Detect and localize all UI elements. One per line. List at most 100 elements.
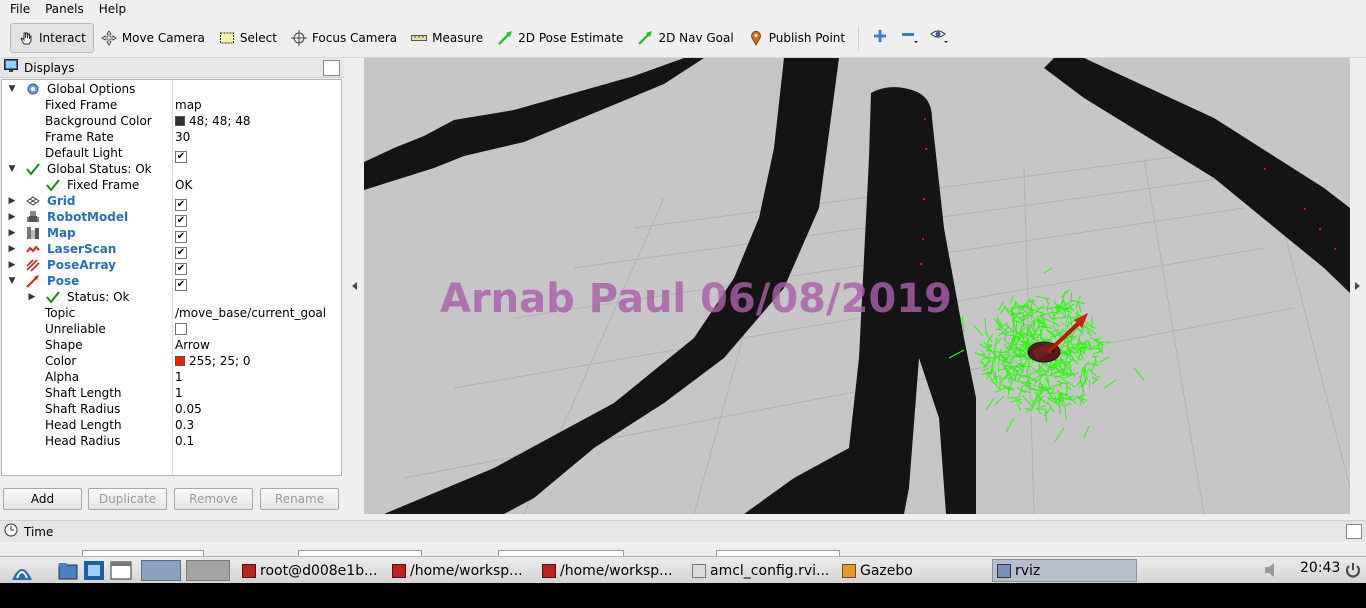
display-row-value[interactable]: 0.3	[175, 417, 194, 433]
interact-tool-button[interactable]: Interact	[10, 22, 94, 53]
checkbox-unchecked[interactable]	[175, 323, 187, 335]
select-tool-button[interactable]: Select	[212, 23, 284, 53]
render-3d-view[interactable]: Arnab Paul 06/08/2019	[364, 58, 1350, 514]
display-row-value[interactable]: OK	[175, 177, 192, 193]
workspace-2[interactable]	[186, 560, 230, 581]
expand-arrow-down-icon[interactable]: ▼	[6, 161, 18, 177]
power-button[interactable]	[1344, 560, 1364, 581]
menu-file[interactable]: File	[5, 2, 35, 16]
display-row[interactable]: ▼ Global Options	[2, 81, 341, 97]
expand-arrow-down-icon[interactable]: ▼	[6, 81, 18, 97]
focus-camera-tool-button[interactable]: Focus Camera	[284, 23, 404, 53]
expand-arrow-down-icon[interactable]: ▼	[6, 273, 18, 289]
display-row-value[interactable]: ✔	[175, 209, 187, 227]
display-row[interactable]: ▶ Status: Ok	[2, 289, 341, 305]
display-row-value[interactable]: 1	[175, 369, 183, 385]
time-undock-button[interactable]	[1346, 524, 1362, 539]
display-row-value[interactable]: ✔	[175, 145, 187, 163]
expand-arrow-right-icon[interactable]: ▶	[26, 289, 38, 305]
display-row[interactable]: Background Color 48; 48; 48	[2, 113, 341, 129]
workspace-1[interactable]	[141, 560, 181, 581]
display-row[interactable]: Color 255; 25; 0	[2, 353, 341, 369]
expand-arrow-right-icon[interactable]: ▶	[6, 225, 18, 241]
display-row[interactable]: Shaft Length 1	[2, 385, 341, 401]
display-row-value[interactable]: /move_base/current_goal	[175, 305, 326, 321]
add-tool-button[interactable]	[865, 23, 895, 53]
start-menu-button[interactable]	[10, 560, 32, 581]
taskbar-item-rviz[interactable]: rviz	[992, 559, 1137, 582]
network-launcher[interactable]	[83, 560, 105, 581]
display-row-value[interactable]: 30	[175, 129, 190, 145]
collapse-left-icon[interactable]	[352, 282, 357, 290]
display-row-value[interactable]: 255; 25; 0	[175, 353, 251, 369]
expand-arrow-right-icon[interactable]: ▶	[6, 209, 18, 225]
view-options-button[interactable]	[925, 23, 955, 53]
add-display-button[interactable]: Add	[3, 488, 82, 510]
display-row[interactable]: Unreliable	[2, 321, 341, 337]
move-camera-tool-button[interactable]: Move Camera	[94, 23, 212, 53]
display-row-value[interactable]: 0.05	[175, 401, 202, 417]
pose-estimate-tool-button[interactable]: 2D Pose Estimate	[490, 23, 630, 53]
display-row[interactable]: Shape Arrow	[2, 337, 341, 353]
menu-panels[interactable]: Panels	[40, 2, 89, 16]
display-row-value[interactable]: 0.1	[175, 433, 194, 449]
display-row-value[interactable]: ✔	[175, 225, 187, 243]
display-row-value[interactable]: ✔	[175, 273, 187, 291]
display-row[interactable]: ▶ Map ✔	[2, 225, 341, 243]
display-row[interactable]: ▶ PoseArray ✔	[2, 257, 341, 275]
display-row-value[interactable]: ✔	[175, 241, 187, 259]
pose-array-icon	[26, 258, 40, 272]
remove-tool-button[interactable]	[895, 23, 925, 53]
file-manager-launcher[interactable]	[57, 560, 79, 581]
menu-help[interactable]: Help	[94, 2, 131, 16]
particle-arrow	[977, 353, 986, 356]
particle-arrow	[1066, 321, 1070, 330]
display-row[interactable]: Shaft Radius 0.05	[2, 401, 341, 417]
remove-display-button[interactable]: Remove	[174, 488, 253, 510]
taskbar-item-terminal-2[interactable]: /home/worksp...	[392, 559, 532, 582]
volume-button[interactable]	[1262, 560, 1286, 581]
display-row[interactable]: Head Length 0.3	[2, 417, 341, 433]
duplicate-display-button[interactable]: Duplicate	[88, 488, 167, 510]
display-row[interactable]: ▶ RobotModel ✔	[2, 209, 341, 227]
taskbar-item-terminal[interactable]: root@d008e1b...	[242, 559, 382, 582]
display-row-value[interactable]: ✔	[175, 193, 187, 211]
expand-arrow-right-icon[interactable]: ▶	[6, 257, 18, 273]
display-row-value[interactable]: ✔	[175, 257, 187, 275]
taskbar-item-gazebo[interactable]: Gazebo	[842, 559, 982, 582]
display-row-value[interactable]: 1	[175, 385, 183, 401]
display-row[interactable]: ▶ LaserScan ✔	[2, 241, 341, 259]
undock-button[interactable]	[323, 60, 340, 76]
expand-arrow-right-icon[interactable]: ▶	[6, 193, 18, 209]
display-row[interactable]: Frame Rate 30	[2, 129, 341, 145]
display-row[interactable]: ▼ Global Status: Ok	[2, 161, 341, 177]
left-splitter[interactable]	[344, 58, 364, 514]
collapse-right-icon[interactable]	[1355, 282, 1360, 290]
nav-goal-tool-button[interactable]: 2D Nav Goal	[630, 23, 740, 53]
taskbar-item-terminal-3[interactable]: /home/worksp...	[542, 559, 682, 582]
particle-arrow	[1016, 402, 1021, 411]
publish-point-tool-button[interactable]: Publish Point	[741, 23, 852, 53]
display-row[interactable]: Alpha 1	[2, 369, 341, 385]
rename-display-button[interactable]: Rename	[260, 488, 339, 510]
display-row[interactable]: Head Radius 0.1	[2, 433, 341, 449]
grid-icon	[26, 194, 40, 208]
expand-arrow-right-icon[interactable]: ▶	[6, 241, 18, 257]
display-row[interactable]: Topic/move_base/current_goal	[2, 305, 341, 321]
display-row-value[interactable]: Arrow	[175, 337, 210, 353]
particle-arrow	[1078, 301, 1082, 313]
display-row[interactable]: Fixed Frame OK	[2, 177, 341, 193]
display-row[interactable]: ▼ Pose ✔	[2, 273, 341, 291]
right-splitter[interactable]	[1350, 58, 1366, 514]
measure-tool-button[interactable]: Measure	[404, 23, 490, 53]
display-row-value[interactable]: 48; 48; 48	[175, 113, 251, 129]
display-row[interactable]: ▶ Grid ✔	[2, 193, 341, 211]
display-row-value[interactable]: map	[175, 97, 202, 113]
terminal-launcher[interactable]	[110, 560, 132, 581]
color-swatch[interactable]	[175, 116, 185, 126]
display-row[interactable]: Default Light ✔	[2, 145, 341, 163]
display-row[interactable]: Fixed Frame map	[2, 97, 341, 113]
taskbar-item-amcl-config[interactable]: amcl_config.rvi...	[692, 559, 832, 582]
display-row-value[interactable]	[175, 321, 187, 337]
color-swatch[interactable]	[175, 356, 185, 366]
